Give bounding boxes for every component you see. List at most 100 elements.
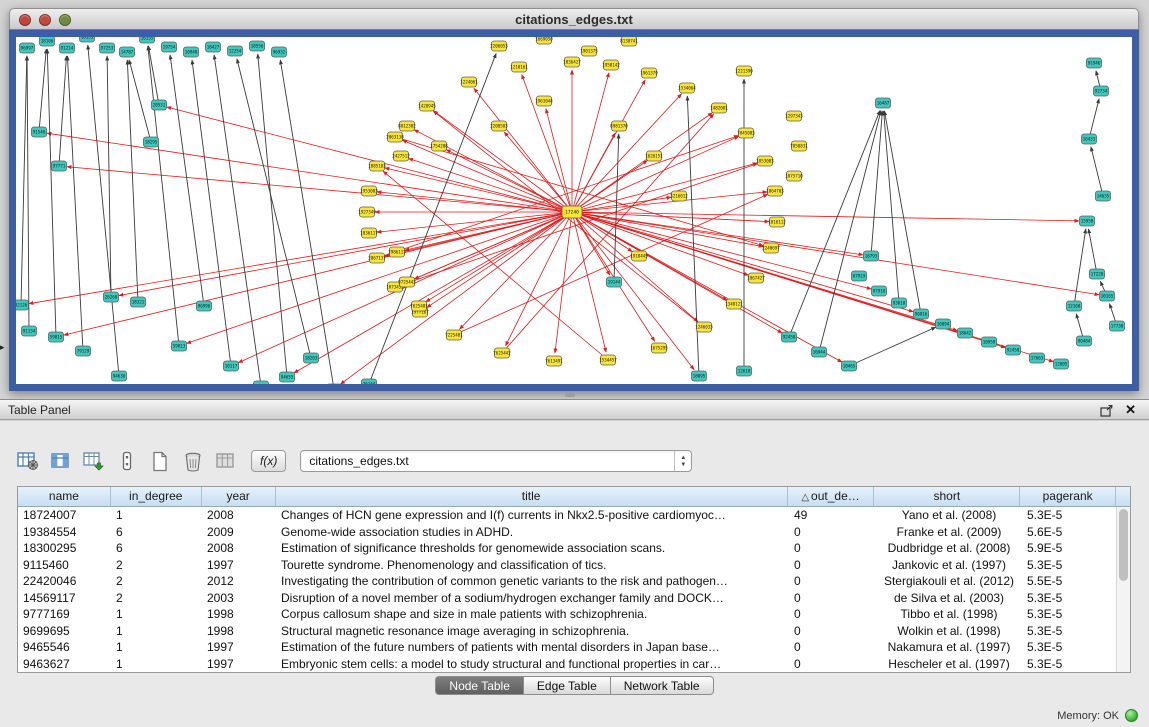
row-tools-icon[interactable] [113, 448, 141, 474]
table-row[interactable]: 1938455462009Genome-wide association stu… [18, 524, 1130, 541]
graph-node[interactable]: 26260 [104, 292, 119, 302]
graph-node[interactable]: 2063130 [386, 132, 404, 142]
graph-node[interactable]: 1036117 [360, 228, 378, 238]
graph-node[interactable]: 1875710 [785, 171, 803, 181]
graph-node[interactable]: 91546 [32, 127, 47, 137]
graph-node[interactable]: 8812382 [398, 121, 416, 131]
column-header-out-degree[interactable]: △out_de… [788, 487, 875, 507]
graph-node[interactable]: 1016112 [768, 217, 786, 227]
graph-node[interactable]: 1224061 [460, 77, 478, 87]
graph-node[interactable]: 1961044 [535, 96, 553, 106]
graph-node[interactable]: 3216012 [670, 191, 688, 201]
graph-node[interactable]: 12005 [1054, 359, 1069, 369]
graph-node[interactable]: 1064703 [766, 186, 784, 196]
new-document-icon[interactable] [146, 448, 174, 474]
combobox-stepper-icon[interactable]: ▲▼ [674, 451, 691, 471]
graph-node[interactable]: 10117 [224, 361, 239, 371]
graph-node[interactable]: 8130741 [620, 37, 638, 46]
graph-node[interactable]: 14787 [120, 47, 135, 57]
graph-node[interactable]: 97910 [872, 286, 887, 296]
graph-node[interactable]: 97771 [52, 161, 67, 171]
splitter-handle[interactable] [565, 393, 575, 397]
graph-node[interactable]: 97253 [100, 43, 115, 53]
graph-node[interactable]: 7613491 [545, 356, 563, 366]
graph-node[interactable]: 2240697 [762, 243, 780, 253]
table-select-combobox[interactable]: citations_edges.txt ▲▼ [300, 450, 692, 472]
column-header-name[interactable]: name [18, 487, 111, 507]
graph-node[interactable]: 18295 [144, 137, 159, 147]
tab-node-table[interactable]: Node Table [435, 676, 524, 695]
column-header-pagerank[interactable]: pagerank [1020, 487, 1116, 507]
show-columns-icon[interactable] [47, 448, 75, 474]
graph-node[interactable]: 92450 [1006, 345, 1021, 355]
graph-node[interactable]: 16433 [1082, 134, 1097, 144]
graph-node[interactable]: 15958 [1080, 216, 1095, 226]
table-disabled-icon[interactable] [212, 448, 240, 474]
table-row[interactable]: 977716911998Corpus callosum shape and si… [18, 606, 1130, 623]
table-row[interactable]: 969969511998Structural magnetic resonanc… [18, 623, 1130, 640]
graph-node[interactable]: 1626151 [645, 151, 663, 161]
graph-node[interactable]: 1067427 [747, 273, 765, 283]
graph-node[interactable]: 1534457 [599, 355, 617, 365]
table-row[interactable]: 2242004622012Investigating the contribut… [18, 573, 1130, 590]
graph-node[interactable]: 18556 [250, 41, 265, 51]
graph-node[interactable]: 8981370 [610, 121, 628, 131]
graph-node[interactable]: 1221390 [735, 66, 753, 76]
graph-node[interactable]: 7850831 [790, 141, 808, 151]
float-panel-icon[interactable] [1100, 404, 1113, 416]
graph-node[interactable]: 18106 [40, 37, 55, 46]
network-canvas[interactable]: 1724010364271210161122406114209452063130… [9, 30, 1139, 391]
graph-node[interactable]: 96932 [272, 47, 287, 57]
close-panel-icon[interactable]: ✕ [1125, 402, 1136, 418]
graph-node[interactable]: 93810 [892, 298, 907, 308]
graph-node[interactable]: 18642 [958, 328, 973, 338]
graph-node[interactable]: 96996 [197, 301, 212, 311]
graph-node[interactable]: 91946 [1087, 58, 1102, 68]
graph-node[interactable]: 18761 [254, 381, 269, 384]
graph-node[interactable]: 20531 [152, 100, 167, 110]
table-row[interactable]: 946362711997Embryonic stem cells: a mode… [18, 656, 1130, 673]
window-titlebar[interactable]: citations_edges.txt [9, 8, 1139, 30]
graph-node[interactable]: 14635 [1096, 191, 1111, 201]
graph-node[interactable]: 17220 [1090, 269, 1105, 279]
graph-node[interactable]: 10940 [184, 47, 199, 57]
table-row[interactable]: 1456911722003Disruption of a novel membe… [18, 590, 1130, 607]
graph-node[interactable]: 94655 [280, 372, 295, 382]
graph-node[interactable]: 1348121 [725, 299, 743, 309]
graph-node[interactable]: 91134 [22, 326, 37, 336]
column-header-year[interactable]: year [202, 487, 276, 507]
graph-node[interactable]: 1953083 [360, 186, 378, 196]
graph-node[interactable]: 1885183 [368, 161, 386, 171]
graph-node[interactable]: 1420945 [418, 101, 436, 111]
graph-node[interactable]: 96997 [20, 43, 35, 53]
column-header-in-degree[interactable]: in_degree [111, 487, 202, 507]
graph-node[interactable]: 1853083 [756, 156, 774, 166]
graph-node[interactable]: 79129 [76, 346, 91, 356]
graph-node[interactable]: 67919 [852, 271, 867, 281]
graph-node[interactable]: 7625442 [493, 348, 511, 358]
graph-node[interactable]: 1669050 [535, 37, 553, 44]
graph-node[interactable]: 1958142 [602, 60, 620, 70]
graph-node[interactable]: 1210161 [510, 62, 528, 72]
scrollbar-thumb[interactable] [1119, 509, 1128, 581]
table-vertical-scrollbar[interactable] [1116, 507, 1130, 672]
graph-node[interactable]: 92450 [782, 332, 797, 342]
graph-node[interactable]: 18321 [131, 297, 146, 307]
tab-network-table[interactable]: Network Table [611, 676, 714, 695]
graph-node[interactable]: 12160 [1067, 301, 1082, 311]
graph-node[interactable]: 18203 [304, 353, 319, 363]
graph-node[interactable]: 18793 [864, 251, 879, 261]
graph-node[interactable]: 90484 [1077, 336, 1092, 346]
graph-node[interactable]: 18427 [206, 42, 221, 52]
graph-node[interactable]: 17240 [562, 206, 582, 218]
table-row[interactable]: 911546021997Tourette syndrome. Phenomeno… [18, 557, 1130, 574]
graph-node[interactable]: 10165 [1100, 291, 1115, 301]
graph-node[interactable]: 92126 [16, 300, 29, 310]
graph-node[interactable]: 2427512 [392, 151, 410, 161]
graph-node[interactable]: 1901375 [580, 46, 598, 56]
table-row[interactable]: 1830029562008Estimation of significance … [18, 540, 1130, 557]
graph-node[interactable]: 16487 [876, 98, 891, 108]
graph-node[interactable]: 7845083 [737, 128, 755, 138]
graph-node[interactable]: 1961379 [640, 68, 658, 78]
graph-node[interactable]: 59013 [172, 341, 187, 351]
